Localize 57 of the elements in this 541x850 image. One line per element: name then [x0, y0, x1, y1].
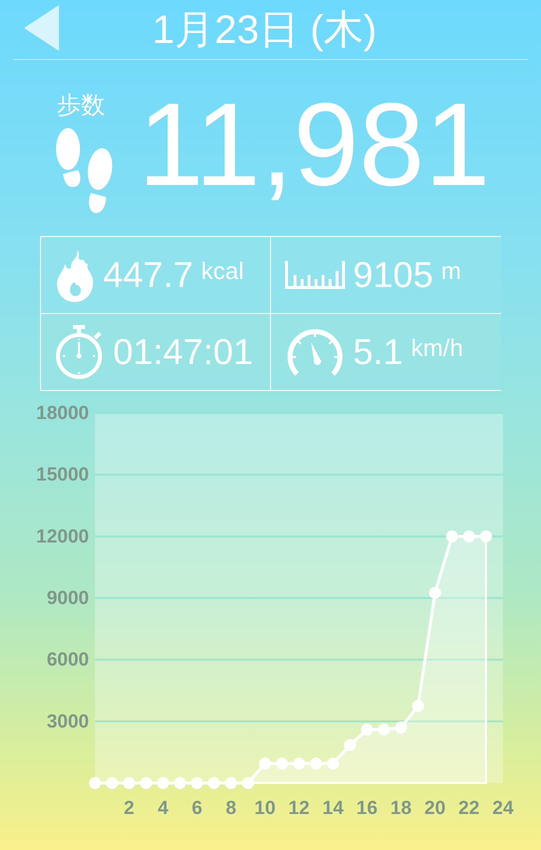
x-tick-label: 22: [458, 798, 480, 819]
data-point: [395, 722, 407, 734]
x-tick-label: 6: [192, 798, 202, 819]
x-tick-label: 12: [288, 798, 310, 819]
data-point: [310, 757, 322, 770]
data-point: [293, 757, 305, 770]
y-tick-label: 9000: [46, 588, 89, 609]
y-tick-label: 6000: [46, 650, 89, 671]
data-point: [344, 738, 356, 751]
stat-unit: kcal: [201, 258, 244, 286]
stat-value: 9105: [353, 254, 434, 296]
data-point: [480, 530, 492, 542]
data-point: [429, 586, 441, 599]
x-tick-label: 20: [424, 798, 446, 819]
y-tick-label: 15000: [36, 464, 89, 486]
stat-unit: km/h: [411, 335, 464, 363]
data-point: [276, 757, 288, 770]
stat-value: 447.7: [103, 254, 194, 296]
x-tick-label: 18: [390, 798, 412, 819]
data-point: [259, 757, 271, 770]
x-tick-label: 10: [254, 798, 276, 819]
y-tick-label: 18000: [36, 403, 89, 424]
step-count: 11,981: [138, 86, 490, 204]
data-point: [361, 724, 373, 736]
stat-value: 5.1: [353, 331, 404, 373]
speedometer-icon: [285, 327, 345, 377]
stat-value: 01:47:01: [113, 331, 254, 373]
x-tick-label: 24: [492, 798, 514, 819]
data-point: [463, 530, 475, 542]
y-tick-label: 12000: [36, 526, 89, 548]
data-point: [140, 777, 152, 789]
x-tick-label: 4: [158, 798, 168, 819]
data-point: [412, 700, 424, 712]
stat-unit: m: [441, 258, 462, 286]
steps-label: 歩数: [57, 91, 105, 121]
data-point: [123, 777, 135, 789]
x-tick-label: 2: [124, 798, 134, 819]
x-tick-label: 8: [226, 798, 236, 819]
data-point: [191, 777, 203, 789]
x-tick-label: 14: [322, 798, 344, 819]
data-point: [106, 777, 118, 789]
data-point: [225, 777, 237, 789]
y-tick-label: 3000: [46, 711, 89, 732]
x-tick-label: 16: [356, 798, 378, 819]
back-icon[interactable]: [24, 5, 60, 51]
data-point: [446, 530, 458, 542]
data-point: [327, 757, 339, 770]
stopwatch-icon: [55, 324, 105, 380]
ruler-icon: [285, 261, 345, 289]
flame-icon: [55, 248, 95, 302]
date-title: 1月23日 (木): [152, 6, 377, 54]
data-point: [208, 777, 220, 789]
data-point: [242, 777, 254, 789]
data-point: [378, 724, 390, 736]
data-point: [157, 777, 169, 789]
data-point: [89, 777, 101, 789]
data-point: [174, 777, 186, 789]
